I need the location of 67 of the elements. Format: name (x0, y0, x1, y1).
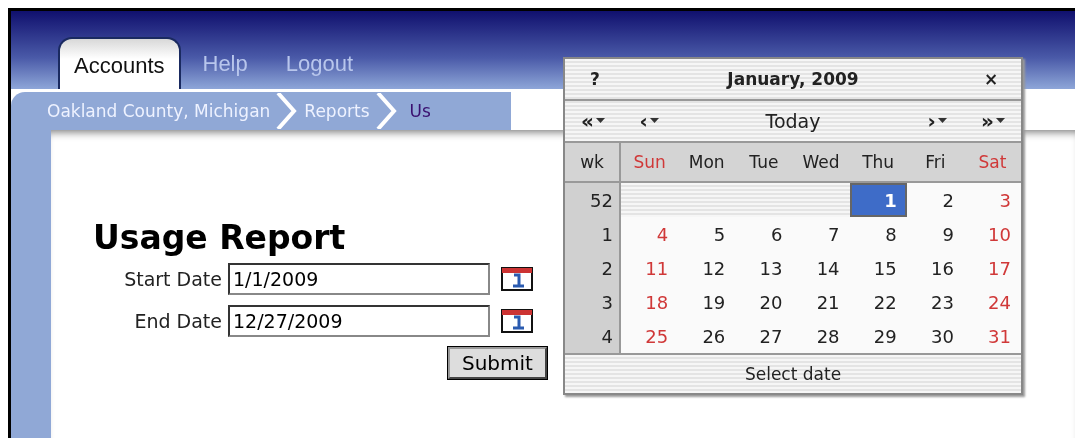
week-number: 52 (565, 183, 621, 217)
weekday-heading: Sat (963, 143, 1021, 183)
calendar-day[interactable]: 9 (906, 217, 964, 251)
calendar-day[interactable]: 11 (621, 251, 679, 285)
calendar-day[interactable]: 19 (678, 285, 736, 319)
nav-button[interactable]: « (565, 109, 621, 133)
week-number: 3 (565, 285, 621, 319)
breadcrumb-current: Us (408, 101, 432, 121)
calendar-day[interactable]: 7 (792, 217, 850, 251)
calendar-day[interactable]: 28 (792, 319, 850, 353)
calendar-day[interactable]: 30 (906, 319, 964, 353)
week-number: 4 (565, 319, 621, 353)
weekday-heading: Thu (849, 143, 907, 183)
week-heading: wk (565, 143, 621, 183)
calendar-day[interactable]: 2 (906, 183, 964, 217)
weekday-heading: Sun (621, 143, 679, 183)
calendar-day[interactable]: 24 (963, 285, 1021, 319)
calendar-day[interactable]: 20 (735, 285, 793, 319)
date-field[interactable]: 12/27/2009 (228, 305, 490, 337)
date-field[interactable]: 1/1/2009 (228, 263, 490, 295)
calendar-day[interactable]: 23 (906, 285, 964, 319)
calendar-icon[interactable] (500, 265, 536, 293)
calendar-day[interactable]: 22 (849, 285, 907, 319)
help-button[interactable]: ? (565, 69, 625, 89)
month-title: January, 2009 (725, 69, 860, 89)
weekday-heading: Mon (678, 143, 736, 183)
calendar-day[interactable]: 29 (849, 319, 907, 353)
calendar-day[interactable]: 16 (906, 251, 964, 285)
today-button[interactable]: Today (677, 110, 909, 132)
submit-button[interactable]: Submit (448, 347, 547, 379)
calendar-day[interactable]: 1 (849, 183, 907, 217)
weekday-heading: Fri (906, 143, 964, 183)
field-label: End Date (133, 310, 222, 332)
caret-icon (995, 118, 1005, 124)
caret-icon (937, 118, 947, 124)
calendar-day[interactable]: 18 (621, 285, 679, 319)
caret-icon (595, 118, 605, 124)
calendar-day[interactable]: 15 (849, 251, 907, 285)
calendar-day[interactable]: 27 (735, 319, 793, 353)
weekday-heading: Wed (792, 143, 850, 183)
calendar-day[interactable]: 31 (963, 319, 1021, 353)
report-title: Usage Report (93, 218, 346, 257)
nav-tab[interactable]: Accounts (58, 37, 181, 89)
caret-icon (649, 118, 659, 124)
calendar-day[interactable]: 26 (678, 319, 736, 353)
calendar-day[interactable]: 8 (849, 217, 907, 251)
week-number: 2 (565, 251, 621, 285)
calendar-day[interactable]: 3 (963, 183, 1021, 217)
calendar-day[interactable]: 25 (621, 319, 679, 353)
weekday-heading: Tue (735, 143, 793, 183)
calendar-day[interactable]: 13 (735, 251, 793, 285)
nav-button[interactable]: ‹ (621, 109, 677, 133)
calendar-day[interactable]: 10 (963, 217, 1021, 251)
calendar-day[interactable]: 12 (678, 251, 736, 285)
calendar-day[interactable]: 4 (621, 217, 679, 251)
calendar-day[interactable]: 17 (963, 251, 1021, 285)
status-text: Select date (744, 364, 842, 384)
close-button[interactable]: × (961, 69, 1021, 89)
calendar-day[interactable]: 14 (792, 251, 850, 285)
nav-button[interactable]: › (909, 109, 965, 133)
week-number: 1 (565, 217, 621, 251)
calendar-day[interactable]: 5 (678, 217, 736, 251)
calendar-day[interactable]: 6 (735, 217, 793, 251)
calendar-day[interactable]: 21 (792, 285, 850, 319)
nav-button[interactable]: » (965, 109, 1021, 133)
calendar-icon[interactable] (500, 307, 536, 335)
field-label: Start Date (123, 268, 222, 290)
